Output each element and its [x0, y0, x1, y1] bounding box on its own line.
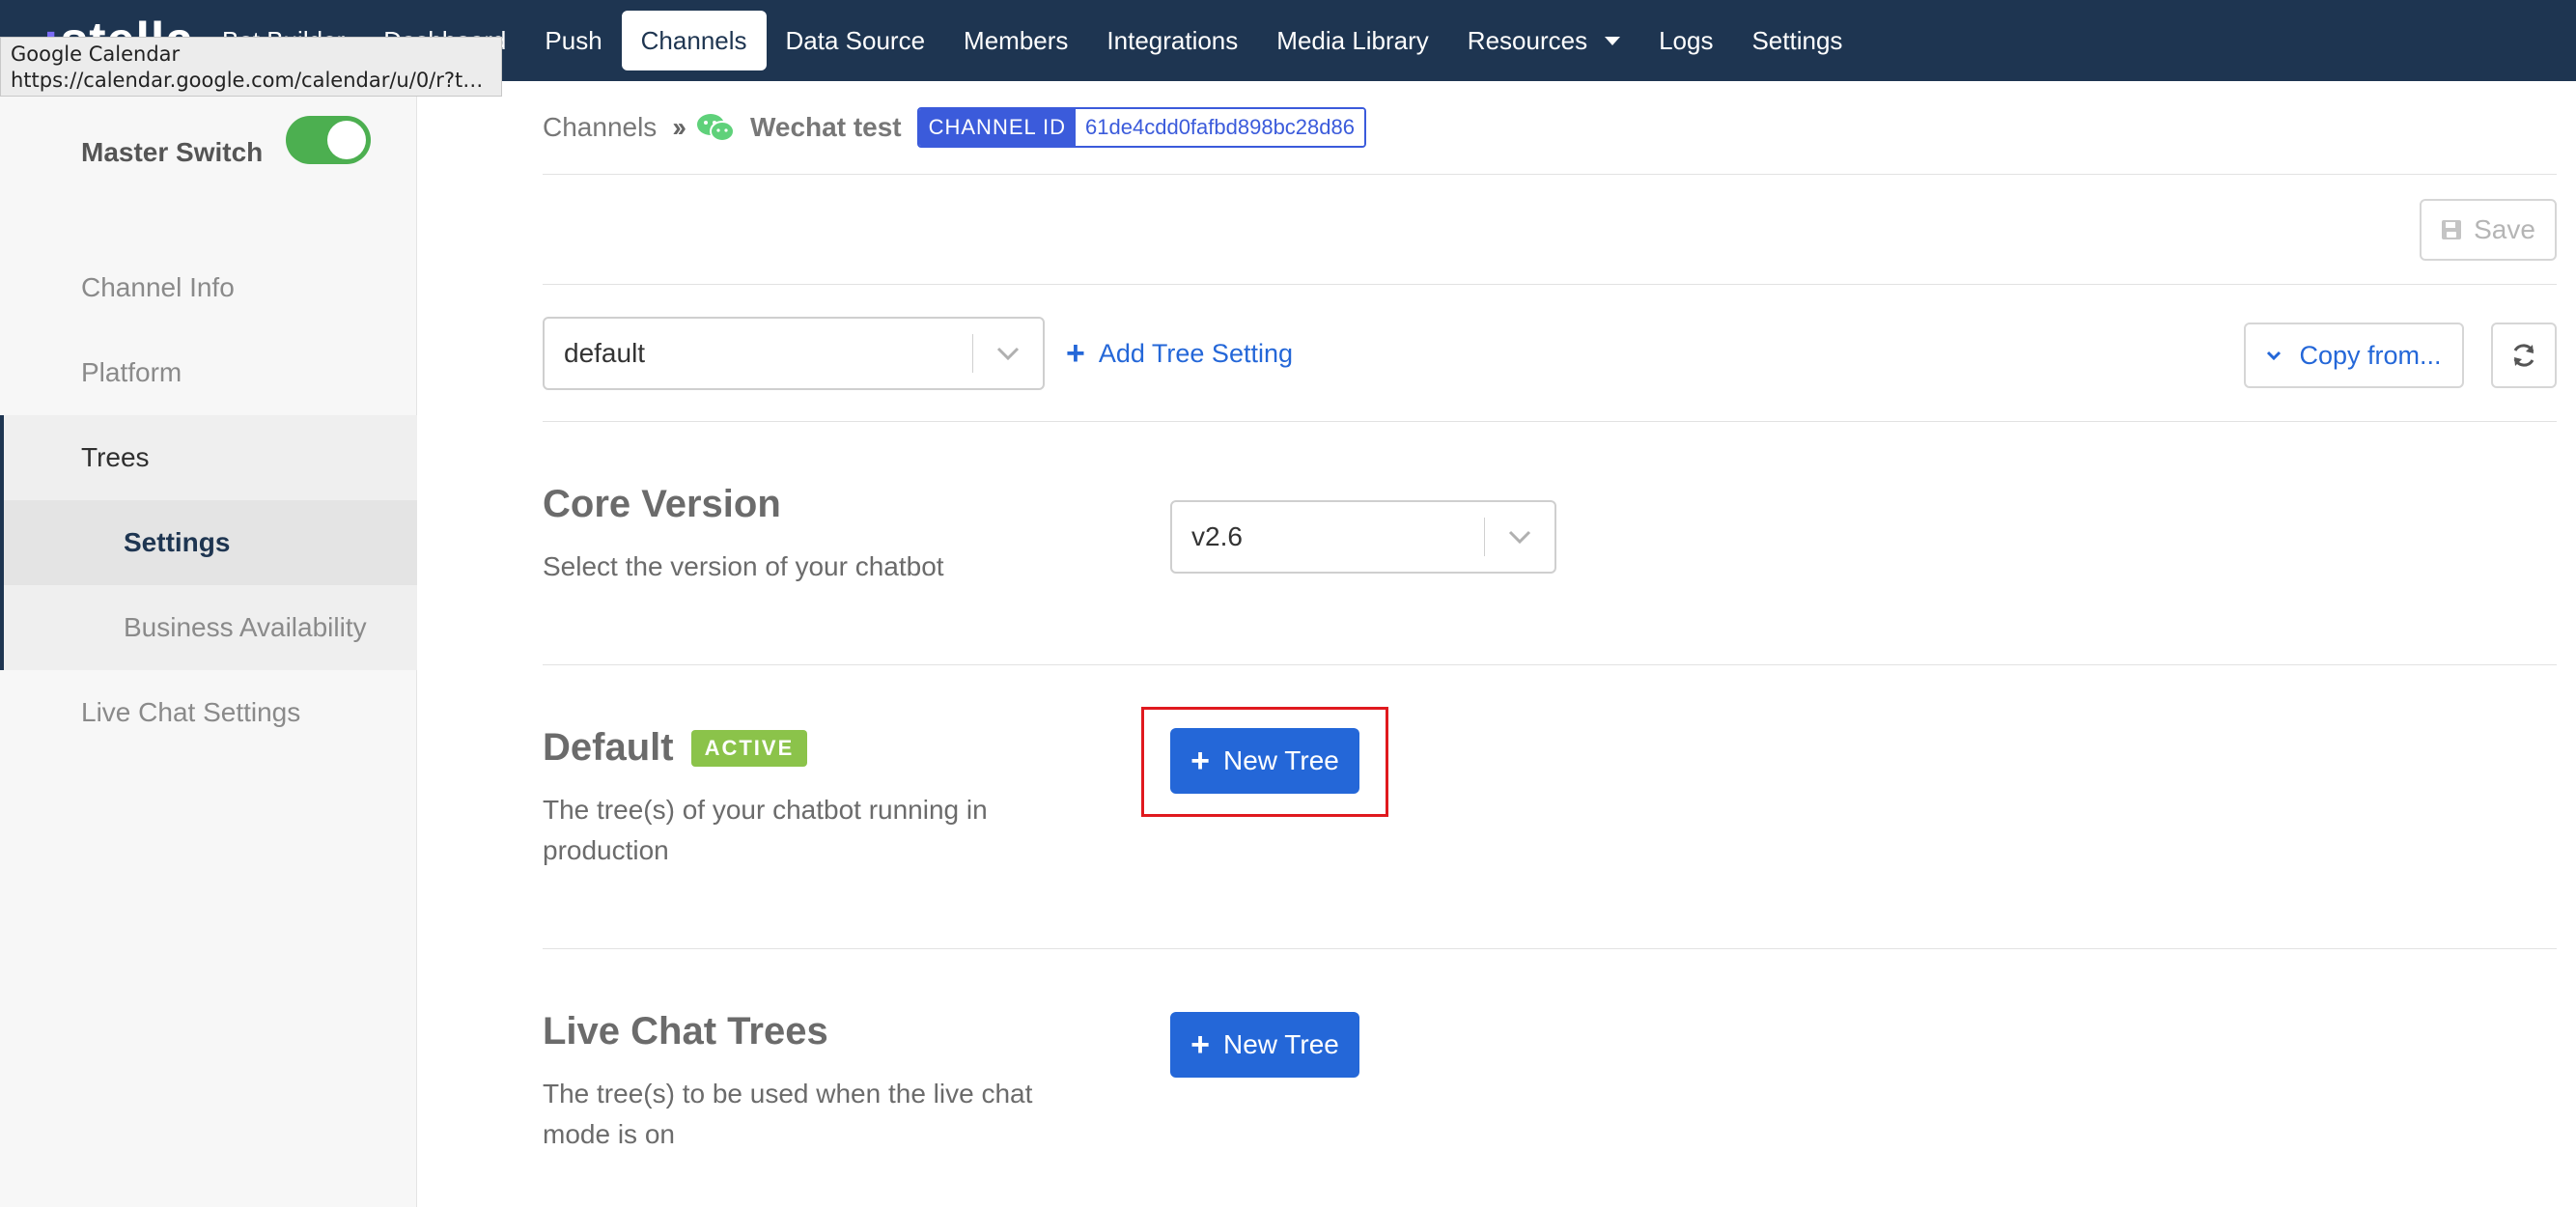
tree-setting-value: default: [564, 338, 646, 368]
divider: [543, 284, 2557, 285]
core-version-select[interactable]: v2.6: [1170, 500, 1556, 574]
refresh-button[interactable]: [2491, 323, 2557, 388]
nav-item-resources[interactable]: Resources: [1448, 11, 1639, 70]
add-tree-setting-label: Add Tree Setting: [1098, 338, 1293, 368]
nav-item-resources-label: Resources: [1467, 25, 1588, 55]
tree-setting-select[interactable]: default: [543, 317, 1045, 390]
channel-id-label: CHANNEL ID: [918, 109, 1077, 146]
nav-item-channels[interactable]: Channels: [621, 11, 767, 70]
new-tree-label: New Tree: [1223, 1029, 1339, 1059]
divider: [543, 664, 2557, 665]
copy-from-label: Copy from...: [2299, 340, 2442, 370]
wechat-icon: [696, 114, 735, 142]
new-tree-button-default[interactable]: + New Tree: [1170, 728, 1359, 794]
master-switch-toggle[interactable]: [286, 116, 371, 164]
active-badge: ACTIVE: [690, 729, 808, 767]
save-button[interactable]: Save: [2420, 199, 2557, 261]
caret-down-icon: [1605, 36, 1621, 45]
core-version-value: v2.6: [1191, 521, 1243, 551]
chevron-down-icon: [973, 347, 1043, 360]
plus-icon: +: [1066, 335, 1085, 372]
copy-from-button[interactable]: Copy from...: [2244, 323, 2464, 388]
save-button-label: Save: [2474, 214, 2535, 244]
nav-item-settings[interactable]: Settings: [1732, 11, 1862, 70]
channel-id-badge: CHANNEL ID 61de4cdd0fafbd898bc28d86: [916, 107, 1366, 148]
double-chevron-right-icon: ››: [672, 112, 686, 142]
divider: [543, 174, 2557, 175]
divider: [543, 421, 2557, 422]
live-chat-trees-title: Live Chat Trees: [543, 1010, 828, 1053]
sidebar-item-settings[interactable]: Settings: [0, 500, 417, 585]
plus-icon: +: [1190, 743, 1211, 779]
add-tree-setting-button[interactable]: + Add Tree Setting: [1066, 334, 1293, 373]
core-version-description: Select the version of your chatbot: [543, 551, 944, 581]
chevron-down-icon: [2267, 351, 2282, 360]
chevron-down-icon: [1485, 530, 1554, 544]
nav-item-media-library[interactable]: Media Library: [1257, 11, 1448, 70]
new-tree-button-live-chat[interactable]: + New Tree: [1170, 1012, 1359, 1078]
sidebar-item-channel-info[interactable]: Channel Info: [0, 245, 417, 330]
nav-item-push[interactable]: Push: [525, 11, 621, 70]
default-description: The tree(s) of your chatbot running in p…: [543, 795, 988, 865]
breadcrumb: Channels ›› Wechat test CHANNEL ID 61de4…: [543, 104, 1366, 151]
channel-id-value: 61de4cdd0fafbd898bc28d86: [1076, 109, 1364, 146]
default-title: Default ACTIVE: [543, 726, 808, 770]
link-tooltip: Google Calendar https://calendar.google.…: [0, 37, 502, 97]
toggle-knob: [327, 121, 366, 159]
sidebar: Master Switch Channel Info Platform Tree…: [0, 81, 417, 1207]
nav-item-logs[interactable]: Logs: [1639, 11, 1732, 70]
nav-item-members[interactable]: Members: [944, 11, 1087, 70]
breadcrumb-channels-link[interactable]: Channels: [543, 112, 657, 143]
sidebar-item-live-chat-settings[interactable]: Live Chat Settings: [0, 670, 417, 755]
sidebar-item-business-availability[interactable]: Business Availability: [0, 585, 417, 670]
tooltip-title: Google Calendar: [11, 42, 181, 66]
core-version-title: Core Version: [543, 483, 781, 525]
floppy-disk-icon: [2442, 220, 2462, 239]
channel-name: Wechat test: [749, 112, 902, 142]
tooltip-url: https://calendar.google.com/calendar/u/0…: [11, 69, 491, 92]
refresh-icon: [2513, 344, 2534, 367]
live-chat-trees-description: The tree(s) to be used when the live cha…: [543, 1079, 1033, 1149]
master-switch-label: Master Switch: [81, 137, 264, 167]
plus-icon: +: [1190, 1026, 1211, 1063]
divider: [543, 948, 2557, 949]
sidebar-item-trees[interactable]: Trees: [0, 415, 417, 500]
nav-item-data-source[interactable]: Data Source: [767, 11, 945, 70]
nav-item-integrations[interactable]: Integrations: [1087, 11, 1257, 70]
new-tree-label: New Tree: [1223, 745, 1339, 775]
default-title-text: Default: [543, 726, 674, 769]
sidebar-item-platform[interactable]: Platform: [0, 330, 417, 415]
